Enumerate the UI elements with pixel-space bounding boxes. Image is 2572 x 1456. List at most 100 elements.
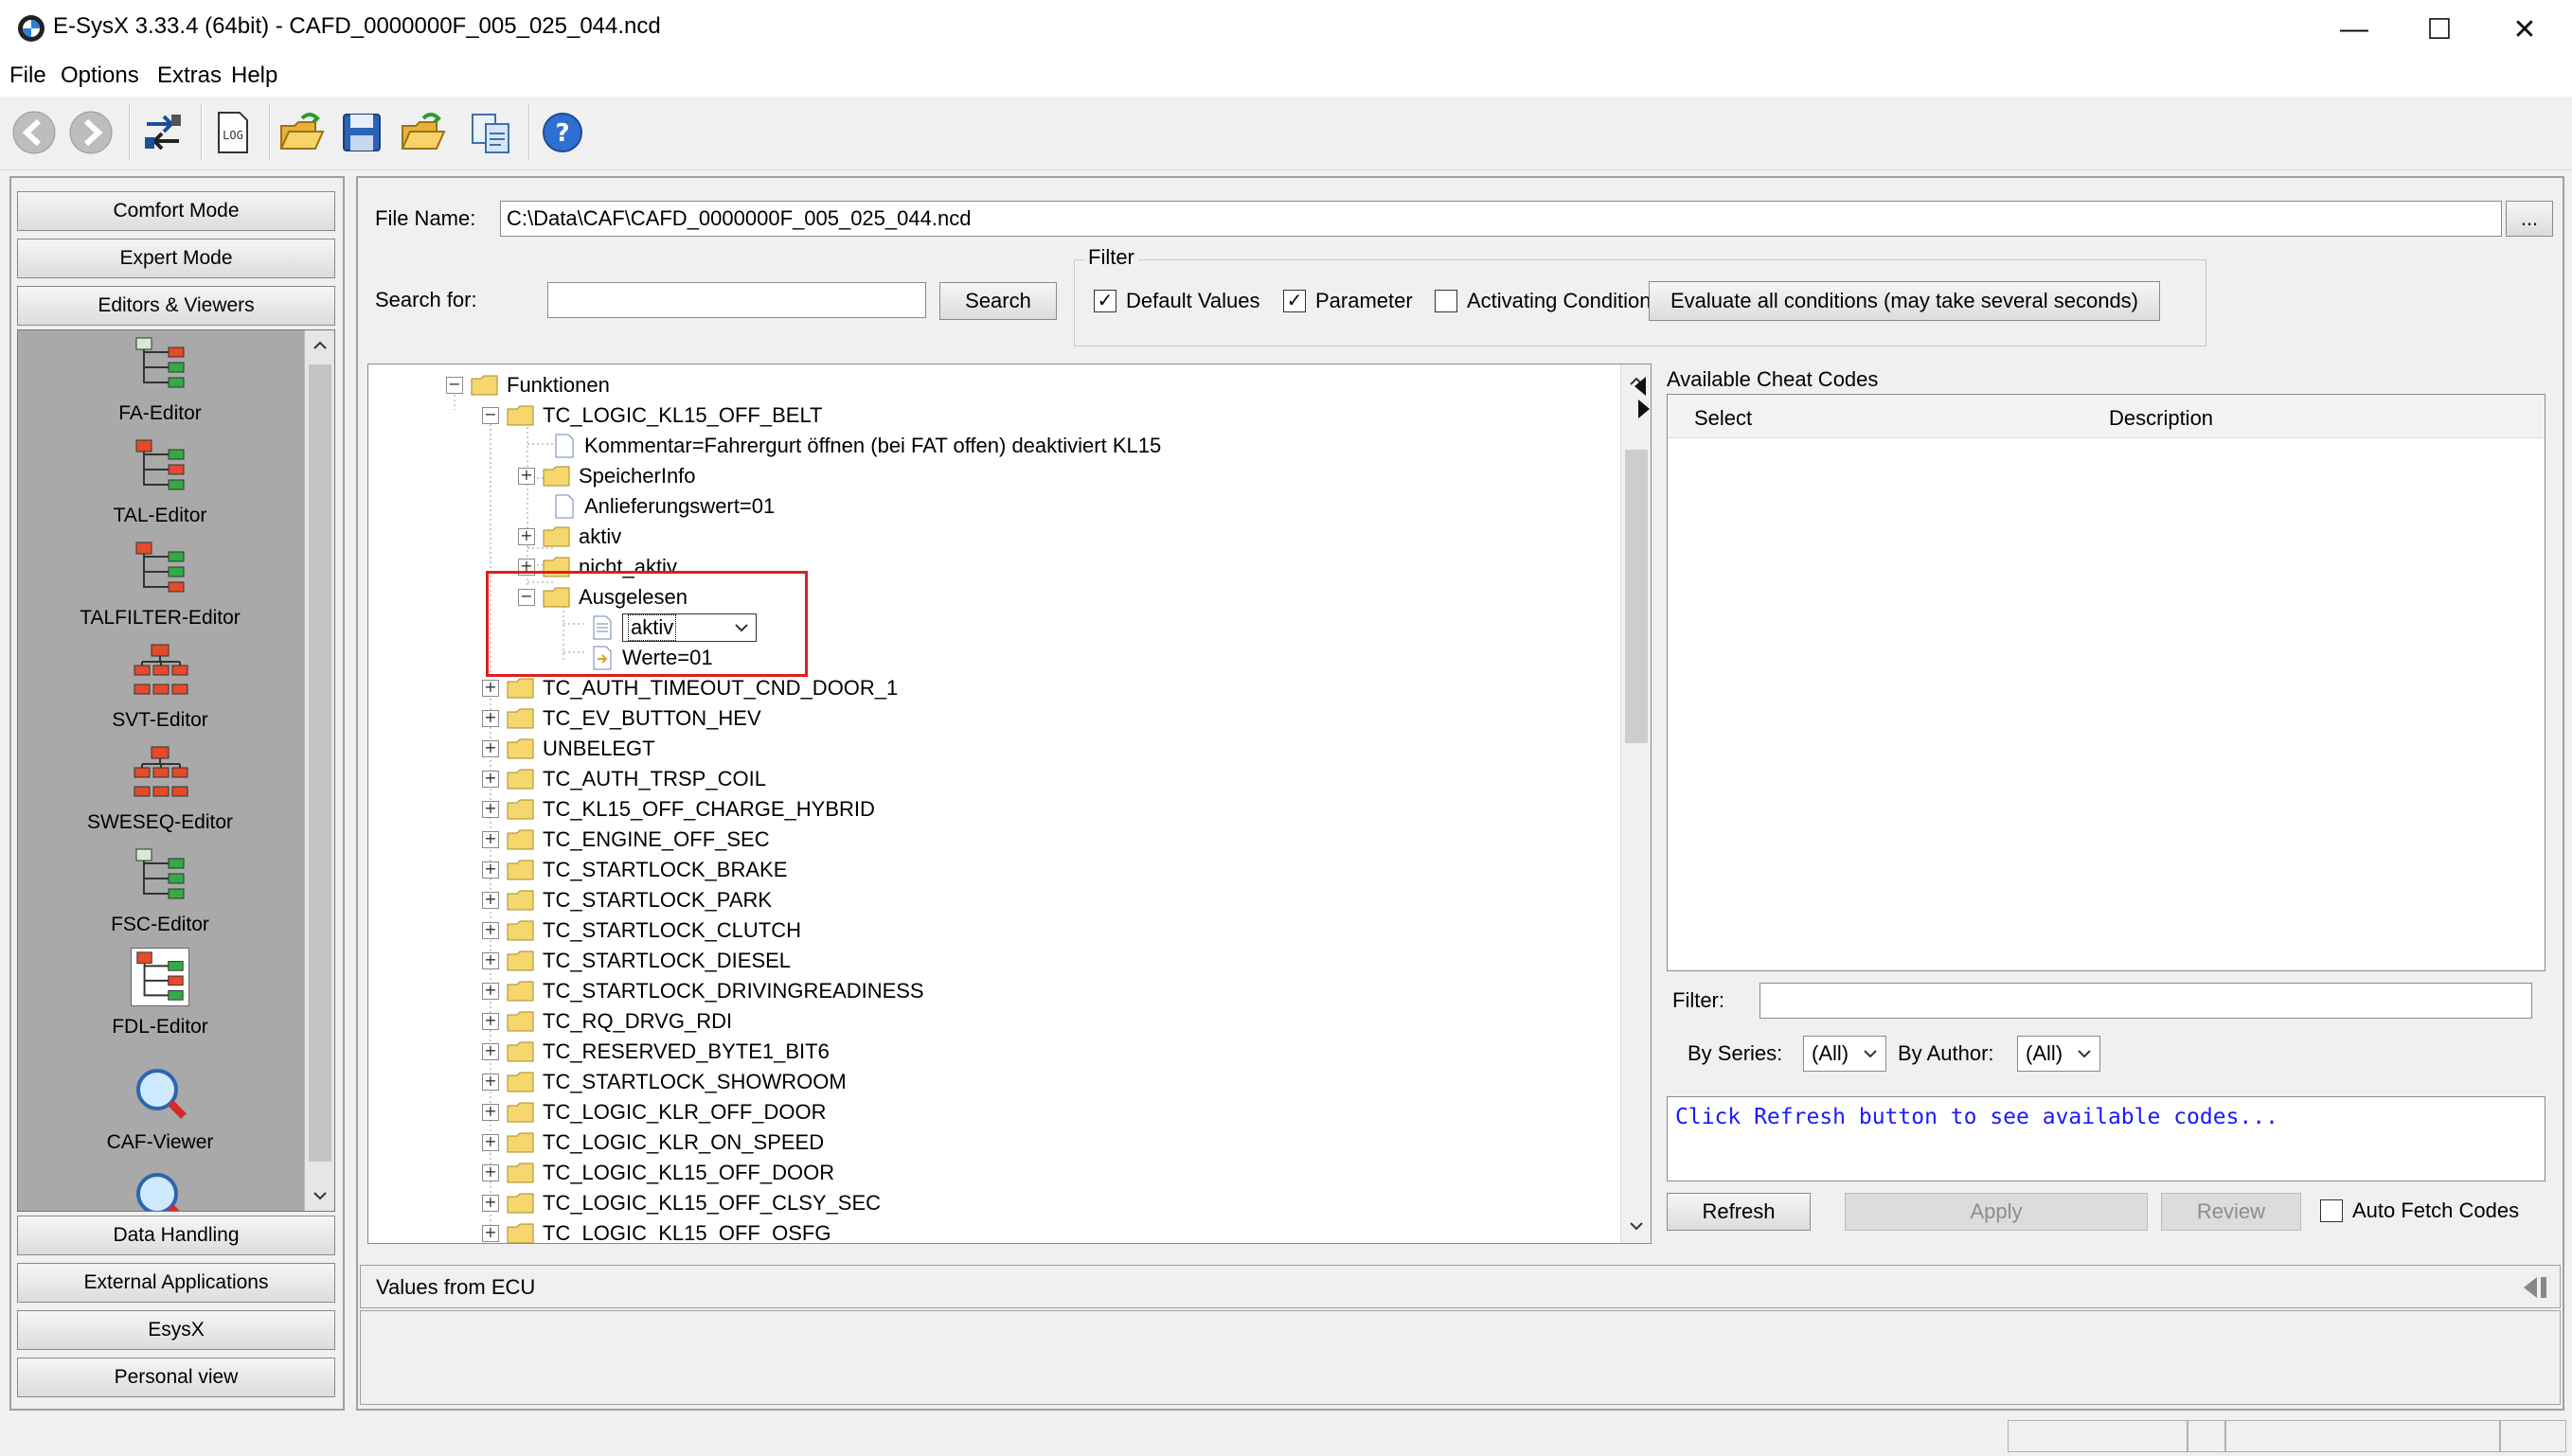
- close-button[interactable]: ✕: [2481, 0, 2568, 59]
- expand-icon[interactable]: +: [518, 528, 535, 545]
- refresh-button[interactable]: Refresh: [1667, 1193, 1811, 1231]
- expand-icon[interactable]: +: [482, 831, 499, 848]
- chevron-up-icon[interactable]: [311, 336, 330, 355]
- scrollbar-thumb[interactable]: [309, 364, 331, 1162]
- tree-node-funktionen[interactable]: − Funktionen: [446, 370, 610, 400]
- tree-node-logic-kl15-off-belt[interactable]: − TC_LOGIC_KL15_OFF_BELT: [482, 400, 823, 431]
- tree-node-speicherinfo[interactable]: + SpeicherInfo: [518, 461, 696, 491]
- connect-icon[interactable]: [136, 106, 189, 159]
- tree-node-function[interactable]: + TC_AUTH_TRSP_COIL: [482, 764, 766, 794]
- menu-options[interactable]: Options: [61, 62, 139, 89]
- tree-node-function[interactable]: + TC_LOGIC_KLR_OFF_DOOR: [482, 1097, 827, 1128]
- open-folder-icon[interactable]: [396, 106, 449, 159]
- splitter-arrows-icon[interactable]: [1629, 373, 1657, 420]
- caf-tree[interactable]: − Funktionen − TC_LOGIC_KL15_OFF_BELT Komm…: [367, 364, 1652, 1244]
- expand-icon[interactable]: +: [482, 1225, 499, 1242]
- tree-node-kommentar[interactable]: Kommentar=Fahrergurt öffnen (bei FAT off…: [554, 431, 1161, 461]
- log-icon[interactable]: LOG: [206, 106, 259, 159]
- column-description[interactable]: Description: [2109, 406, 2213, 431]
- tree-node-function[interactable]: + TC_RESERVED_BYTE1_BIT6: [482, 1037, 830, 1067]
- forward-arrow-icon[interactable]: [64, 106, 117, 159]
- expand-icon[interactable]: +: [482, 710, 499, 727]
- expand-icon[interactable]: +: [482, 1074, 499, 1091]
- search-button[interactable]: Search: [939, 282, 1057, 320]
- expand-icon[interactable]: +: [482, 771, 499, 788]
- evaluate-conditions-button[interactable]: Evaluate all conditions (may take severa…: [1649, 281, 2160, 321]
- comfort-mode-button[interactable]: Comfort Mode: [17, 191, 335, 231]
- expand-icon[interactable]: +: [482, 1104, 499, 1121]
- menu-extras[interactable]: Extras: [157, 62, 222, 89]
- file-name-field[interactable]: C:\Data\CAF\CAFD_0000000F_005_025_044.nc…: [500, 201, 2502, 237]
- tree-node-function[interactable]: + TC_KL15_OFF_CHARGE_HYBRID: [482, 794, 875, 825]
- svt-editor-item[interactable]: SVT-Editor: [18, 641, 302, 732]
- expand-icon[interactable]: +: [482, 922, 499, 939]
- tree-node-function[interactable]: + TC_AUTH_TIMEOUT_CND_DOOR_1: [482, 673, 898, 703]
- series-select[interactable]: (All): [1803, 1036, 1886, 1072]
- caf-viewer-item[interactable]: CAF-Viewer: [18, 1063, 302, 1154]
- tree-scrollbar[interactable]: [1620, 364, 1651, 1243]
- menu-help[interactable]: Help: [231, 62, 277, 89]
- column-select[interactable]: Select: [1694, 406, 1752, 431]
- tree-node-function[interactable]: + TC_STARTLOCK_SHOWROOM: [482, 1067, 847, 1097]
- search-input[interactable]: [547, 282, 926, 318]
- expert-mode-button[interactable]: Expert Mode: [17, 239, 335, 278]
- expand-icon[interactable]: +: [482, 1013, 499, 1030]
- browse-button[interactable]: ...: [2506, 201, 2553, 237]
- cheat-filter-input[interactable]: [1759, 983, 2532, 1019]
- chevron-down-icon[interactable]: [311, 1186, 330, 1205]
- tree-node-function[interactable]: + TC_LOGIC_KL15_OFF_CLSY_SEC: [482, 1188, 881, 1218]
- maximize-button[interactable]: ☐: [2396, 0, 2483, 59]
- viewer-item-partial[interactable]: [18, 1167, 302, 1211]
- apply-button[interactable]: Apply: [1845, 1193, 2148, 1231]
- menu-file[interactable]: File: [9, 62, 46, 89]
- activating-condition-checkbox[interactable]: Activating Condition: [1435, 289, 1651, 313]
- default-values-checkbox[interactable]: ✓ Default Values: [1094, 289, 1259, 313]
- personal-view-button[interactable]: Personal view: [17, 1358, 335, 1397]
- tree-node-function[interactable]: + TC_LOGIC_KL15_OFF_OSFG: [482, 1218, 831, 1243]
- parameter-checkbox[interactable]: ✓ Parameter: [1283, 289, 1413, 313]
- minimize-button[interactable]: —: [2311, 0, 2398, 59]
- help-icon[interactable]: ?: [536, 106, 589, 159]
- review-button[interactable]: Review: [2161, 1193, 2301, 1231]
- tree-node-function[interactable]: + TC_LOGIC_KL15_OFF_DOOR: [482, 1158, 834, 1188]
- tree-node-anlieferungswert[interactable]: Anlieferungswert=01: [554, 491, 775, 522]
- back-arrow-icon[interactable]: [8, 106, 61, 159]
- expand-icon[interactable]: +: [482, 1195, 499, 1212]
- expand-icon[interactable]: +: [482, 892, 499, 909]
- tree-node-function[interactable]: + TC_STARTLOCK_DIESEL: [482, 946, 791, 976]
- fsc-editor-item[interactable]: FSC-Editor: [18, 845, 302, 936]
- expand-icon[interactable]: +: [482, 861, 499, 879]
- cheat-codes-table[interactable]: Select Description: [1667, 394, 2545, 971]
- auto-fetch-checkbox[interactable]: Auto Fetch Codes: [2320, 1199, 2519, 1223]
- editor-list-scrollbar[interactable]: [304, 330, 334, 1211]
- external-applications-button[interactable]: External Applications: [17, 1263, 335, 1303]
- sweseq-editor-item[interactable]: SWESEQ-Editor: [18, 743, 302, 834]
- tree-node-function[interactable]: + TC_EV_BUTTON_HEV: [482, 703, 761, 734]
- fa-editor-item[interactable]: FA-Editor: [18, 334, 302, 425]
- tree-node-function[interactable]: + TC_STARTLOCK_BRAKE: [482, 855, 787, 885]
- fdl-editor-item[interactable]: FDL-Editor: [18, 948, 302, 1039]
- expand-icon[interactable]: +: [518, 468, 535, 485]
- tree-node-function[interactable]: + UNBELEGT: [482, 734, 655, 764]
- expand-icon[interactable]: +: [482, 801, 499, 818]
- expand-icon[interactable]: +: [482, 1043, 499, 1060]
- collapse-icon[interactable]: −: [446, 377, 463, 394]
- esysx-button[interactable]: EsysX: [17, 1310, 335, 1350]
- tree-node-function[interactable]: + TC_STARTLOCK_PARK: [482, 885, 772, 915]
- tree-node-aktiv[interactable]: + aktiv: [518, 522, 621, 552]
- tree-node-function[interactable]: + TC_STARTLOCK_CLUTCH: [482, 915, 801, 946]
- expand-icon[interactable]: +: [482, 983, 499, 1000]
- save-disk-icon[interactable]: [335, 106, 388, 159]
- copy-files-icon[interactable]: [464, 106, 517, 159]
- expand-icon[interactable]: +: [482, 680, 499, 697]
- collapse-icon[interactable]: −: [482, 407, 499, 424]
- talfilter-editor-item[interactable]: TALFILTER-Editor: [18, 539, 302, 630]
- data-handling-button[interactable]: Data Handling: [17, 1216, 335, 1255]
- open-folder-icon[interactable]: [275, 106, 328, 159]
- expand-icon[interactable]: +: [482, 1134, 499, 1151]
- expand-icon[interactable]: +: [482, 1164, 499, 1181]
- author-select[interactable]: (All): [2017, 1036, 2100, 1072]
- tree-node-function[interactable]: + TC_RQ_DRVG_RDI: [482, 1006, 732, 1037]
- tree-node-function[interactable]: + TC_LOGIC_KLR_ON_SPEED: [482, 1128, 824, 1158]
- scrollbar-thumb[interactable]: [1625, 450, 1648, 743]
